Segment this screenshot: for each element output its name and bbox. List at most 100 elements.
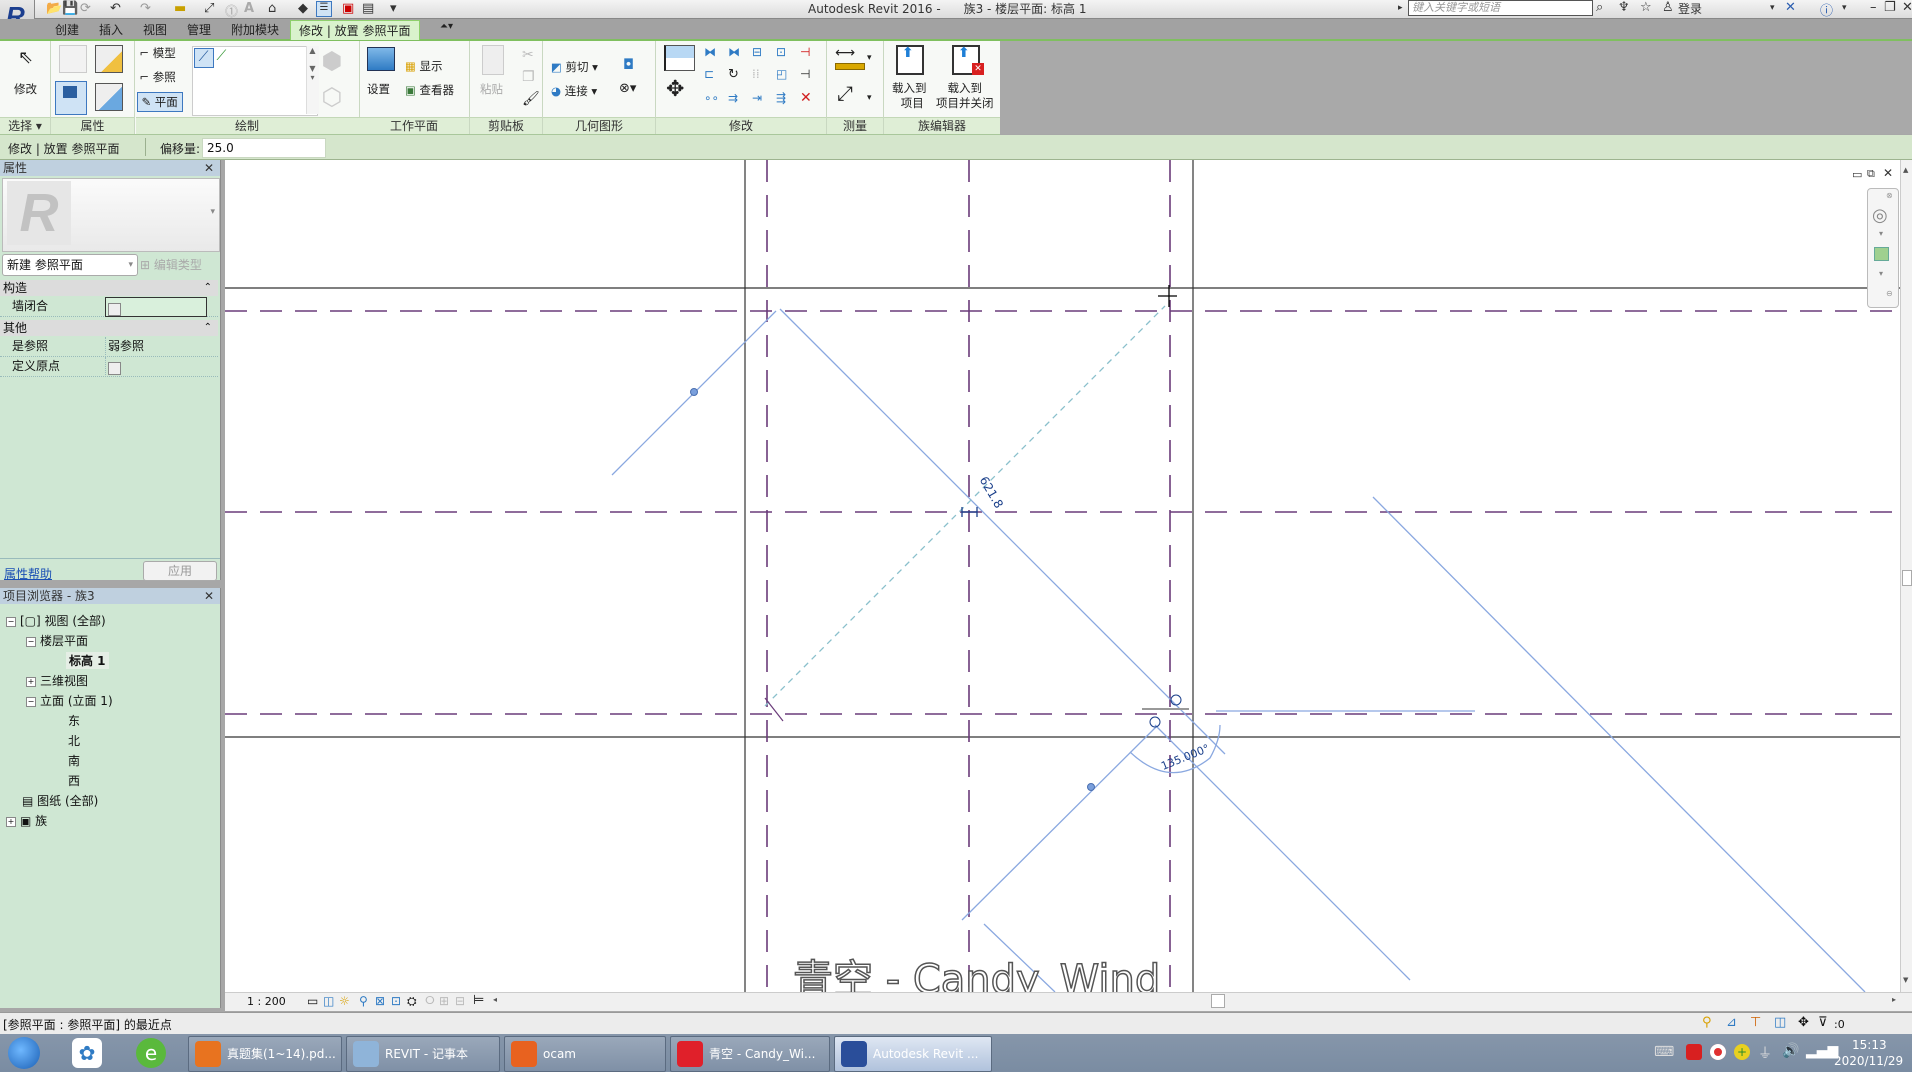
- baidu-netdisk-icon[interactable]: ✿: [72, 1038, 102, 1068]
- scroll-up-arrow[interactable]: ▲: [1903, 166, 1908, 174]
- move-icon[interactable]: ✥: [666, 77, 684, 102]
- expand-toggle[interactable]: +: [6, 816, 16, 827]
- clock-date[interactable]: 2020/11/29: [1834, 1054, 1903, 1068]
- tree-node-families[interactable]: + ▣ 族: [6, 812, 47, 829]
- vertical-scrollbar[interactable]: ▲ ▼: [1900, 160, 1912, 992]
- redo-icon[interactable]: ↷: [140, 1, 151, 16]
- open-icon[interactable]: 📂: [46, 1, 62, 16]
- start-button[interactable]: [8, 1037, 40, 1069]
- favorites-star-icon[interactable]: ☆: [1640, 0, 1652, 15]
- help-icon[interactable]: ⓘ: [1820, 0, 1833, 19]
- select-underlay-icon[interactable]: ⊿: [1726, 1015, 1737, 1030]
- expand-toggle[interactable]: +: [26, 676, 36, 687]
- defines-origin-cell[interactable]: [105, 357, 208, 375]
- collapse-toggle[interactable]: −: [6, 616, 16, 627]
- modify-cursor-icon[interactable]: ⇖: [18, 47, 33, 68]
- user-icon[interactable]: ♙: [1662, 0, 1674, 15]
- taskbar-item-ocam[interactable]: ocam: [504, 1036, 666, 1072]
- exchange-apps-icon[interactable]: ✕: [1785, 0, 1796, 15]
- shadows-off-icon[interactable]: ⚲: [359, 994, 368, 1008]
- close-hidden-icon[interactable]: ▣: [342, 1, 354, 16]
- tab-manage[interactable]: 管理: [187, 21, 211, 38]
- section-icon[interactable]: ◆: [298, 1, 308, 16]
- split-with-gap-icon[interactable]: ⊡: [776, 45, 786, 59]
- drawing-canvas[interactable]: 621.8 135.000° ▭ ⧉ ✕ ⊗ ◎ ▾ ▾ ⊖ 青空 - Cand…: [225, 160, 1900, 1004]
- gallery-scrollbar[interactable]: ▲ ▼ ▾: [305, 46, 319, 114]
- horizontal-scroll-thumb[interactable]: [1211, 994, 1225, 1008]
- vertical-scroll-thumb[interactable]: [1902, 570, 1912, 586]
- view-close-button[interactable]: ✕: [1883, 166, 1893, 180]
- zoom-region-icon[interactable]: [1874, 247, 1889, 261]
- switch-windows-icon[interactable]: ▤: [362, 1, 374, 16]
- aligned-dimension-tool-icon[interactable]: ⤢: [837, 81, 853, 105]
- tree-node-level-1[interactable]: 标高 1: [66, 652, 109, 669]
- mirror-draw-axis-icon[interactable]: ⧓: [728, 45, 740, 59]
- browser-icon[interactable]: e: [136, 1038, 166, 1068]
- group-construction[interactable]: 构造 ⌃: [0, 280, 218, 296]
- text-icon[interactable]: A: [244, 1, 254, 16]
- select-by-face-icon[interactable]: ◫: [1774, 1015, 1786, 1030]
- record-tray-icon[interactable]: [1710, 1044, 1726, 1060]
- measure-dropdown-icon[interactable]: ▾: [867, 53, 872, 63]
- wall-joins-icon[interactable]: ◘: [623, 57, 634, 73]
- trim-extend-corner-icon[interactable]: ⇉: [728, 91, 738, 105]
- taskbar-item-notepad[interactable]: REVIT - 记事本: [346, 1036, 500, 1072]
- unjoin-geometry-icon[interactable]: ⊗▾: [619, 81, 636, 96]
- delete-icon[interactable]: ✕: [800, 90, 812, 106]
- type-preview[interactable]: R ▾: [2, 178, 220, 252]
- subscription-icon[interactable]: ♆: [1618, 0, 1630, 15]
- save-icon[interactable]: 💾: [62, 1, 78, 16]
- type-selector[interactable]: 新建 参照平面 ▾: [2, 254, 138, 276]
- filter-icon[interactable]: ⊽: [1818, 1015, 1828, 1030]
- temporary-hide-icon[interactable]: ⛭: [407, 994, 417, 1009]
- load-into-project-and-close-button[interactable]: 载入到 项目并关闭: [936, 81, 994, 111]
- properties-toggle-icon[interactable]: [55, 81, 87, 115]
- login-button[interactable]: 登录: [1678, 0, 1702, 17]
- default-3d-icon[interactable]: ⌂: [268, 1, 276, 16]
- ribbon-minimize-toggle[interactable]: ⏶▾: [440, 21, 453, 32]
- usb-tray-icon[interactable]: ⏚: [1758, 1043, 1772, 1063]
- view-restore-button[interactable]: ⧉: [1867, 167, 1875, 181]
- reference-line-button[interactable]: ⌐ 参照: [140, 69, 176, 85]
- group-other[interactable]: 其他 ⌃: [0, 320, 218, 336]
- rotate-icon[interactable]: ↻: [728, 67, 739, 82]
- tree-node-sheets[interactable]: ▤ 图纸 (全部): [22, 792, 98, 809]
- clock-time[interactable]: 15:13: [1852, 1038, 1887, 1052]
- detail-level-icon[interactable]: ▭: [307, 994, 318, 1008]
- load-into-project-and-close-icon[interactable]: ⬆ ✕: [952, 45, 984, 75]
- security-tray-icon[interactable]: +: [1734, 1044, 1750, 1060]
- drag-on-selection-icon[interactable]: ✥: [1798, 1015, 1809, 1030]
- hscroll-right-arrow[interactable]: ▸: [1892, 995, 1896, 1004]
- properties-help-link[interactable]: 属性帮助: [4, 565, 52, 582]
- tree-node-elevations[interactable]: − 立面 (立面 1): [26, 692, 113, 709]
- line-tool-icon[interactable]: ⟋: [193, 48, 214, 68]
- constraints-icon[interactable]: ⊨: [473, 993, 484, 1008]
- restore-window-button[interactable]: ❐: [1884, 0, 1896, 15]
- keyboard-icon[interactable]: ⌨: [1654, 1044, 1674, 1060]
- tree-node-east[interactable]: 东: [68, 712, 80, 729]
- trim-extend-single-icon[interactable]: ⇥: [752, 91, 762, 105]
- tab-insert[interactable]: 插入: [99, 21, 123, 38]
- measure-icon[interactable]: ▬: [174, 1, 186, 16]
- navbar-close-icon[interactable]: ⊗: [1886, 191, 1893, 200]
- wall-closure-checkbox[interactable]: [108, 302, 121, 316]
- sun-path-off-icon[interactable]: ☼: [339, 994, 350, 1008]
- set-work-plane-button[interactable]: 设置: [367, 81, 390, 97]
- navbar-options-icon[interactable]: ⊖: [1886, 289, 1893, 298]
- split-element-icon[interactable]: ⊟: [752, 45, 762, 59]
- taskbar-item-pdf[interactable]: 真题集(1~14).pd...: [188, 1036, 342, 1072]
- scale-icon[interactable]: ◰: [776, 67, 787, 81]
- select-pinned-icon[interactable]: ⊤: [1750, 1015, 1761, 1030]
- tree-node-3d-views[interactable]: + 三维视图: [26, 672, 88, 689]
- help-dropdown-icon[interactable]: ▾: [1842, 3, 1847, 13]
- steering-wheel-2d-icon[interactable]: ◎: [1872, 205, 1888, 226]
- tree-node-west[interactable]: 西: [68, 772, 80, 789]
- measure-between-icon[interactable]: ⟷: [835, 45, 855, 61]
- select-dropdown[interactable]: 选择 ▾: [0, 117, 50, 134]
- close-browser-icon[interactable]: ✕: [204, 588, 214, 604]
- view-minimize-button[interactable]: ▭: [1852, 168, 1862, 181]
- cut-geometry-button[interactable]: ◩ 剪切 ▾: [551, 59, 598, 75]
- undo-icon[interactable]: ↶: [110, 1, 121, 16]
- trim-extend-multiple-icon[interactable]: ⇶: [776, 91, 786, 105]
- set-work-plane-icon[interactable]: [367, 47, 395, 71]
